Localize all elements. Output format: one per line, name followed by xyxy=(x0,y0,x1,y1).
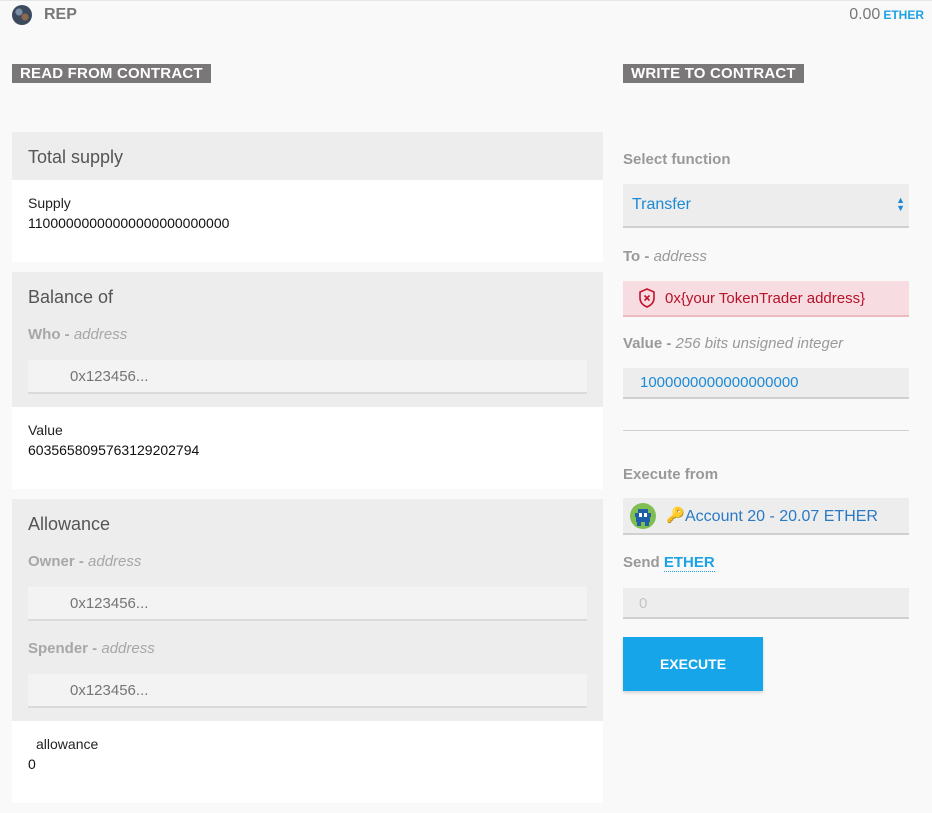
spender-label: Spender xyxy=(28,640,89,657)
value-input-label: Value - 256 bits unsigned integer xyxy=(623,335,844,352)
spender-type: address xyxy=(101,640,155,657)
allowance-result: allowance 0 xyxy=(12,721,603,803)
owner-address-input[interactable] xyxy=(28,587,587,621)
to-label: To xyxy=(623,248,641,265)
value-input[interactable]: 1000000000000000000 xyxy=(623,368,909,399)
to-address-value: 0x{your TokenTrader address} xyxy=(665,290,866,307)
send-amount-placeholder: 0 xyxy=(639,595,648,612)
to-type: address xyxy=(653,248,707,265)
allowance-result-label: allowance xyxy=(36,736,99,752)
spender-address-input[interactable] xyxy=(28,674,587,708)
balance-of-title: Balance of xyxy=(28,287,114,307)
read-from-contract-label: READ FROM CONTRACT xyxy=(12,64,211,83)
select-arrows-icon: ▲ ▼ xyxy=(896,195,905,213)
value-input-value: 1000000000000000000 xyxy=(640,374,799,391)
who-address-label: Who - address xyxy=(28,326,128,343)
send-amount-input[interactable]: 0 xyxy=(623,588,909,619)
select-function-label: Select function xyxy=(623,151,731,168)
spender-address-label: Spender - address xyxy=(28,640,155,657)
send-label: Send ETHER xyxy=(623,554,715,572)
allowance-panel: Allowance Owner - address Spender - addr… xyxy=(12,499,603,721)
owner-label: Owner xyxy=(28,553,75,570)
function-select[interactable]: Transfer ▲ ▼ xyxy=(623,184,909,228)
top-border xyxy=(0,0,932,1)
allowance-title: Allowance xyxy=(28,514,111,534)
send-unit-selector[interactable]: ETHER xyxy=(663,554,715,572)
send-text: Send xyxy=(623,554,660,571)
balance-unit: ETHER xyxy=(883,8,924,22)
balance-of-panel: Balance of Who - address xyxy=(12,272,603,407)
wallet-balance: 0.00 ETHER xyxy=(849,6,924,24)
key-icon: 🔑 xyxy=(666,507,685,524)
who-label: Who xyxy=(28,326,61,343)
value-result-value: 6035658095763129202794 xyxy=(28,442,200,458)
who-type: address xyxy=(73,326,128,343)
owner-address-label: Owner - address xyxy=(28,553,142,570)
value-result-label: Value xyxy=(28,422,63,438)
account-select[interactable]: 🔑 Account 20 - 20.07 ETHER xyxy=(623,498,909,535)
rep-token-icon xyxy=(12,5,32,25)
total-supply-result: Supply 11000000000000000000000000 xyxy=(12,180,603,262)
balance-of-result: Value 6035658095763129202794 xyxy=(12,407,603,489)
supply-label: Supply xyxy=(28,195,71,211)
allowance-result-value: 0 xyxy=(28,756,36,772)
value-label: Value xyxy=(623,335,663,352)
account-text: Account 20 - 20.07 ETHER xyxy=(685,508,878,525)
who-address-input[interactable] xyxy=(28,360,587,394)
value-type: 256 bits unsigned integer xyxy=(675,335,844,352)
divider xyxy=(623,430,909,431)
selected-function: Transfer xyxy=(632,196,691,213)
execute-from-label: Execute from xyxy=(623,466,719,483)
to-address-label: To - address xyxy=(623,248,707,265)
execute-button[interactable]: EXECUTE xyxy=(623,637,763,691)
total-supply-panel: Total supply xyxy=(12,132,603,180)
token-name: REP xyxy=(44,6,77,23)
write-to-contract-label: WRITE TO CONTRACT xyxy=(623,64,804,83)
account-avatar-icon xyxy=(630,503,656,529)
invalid-shield-icon xyxy=(638,288,656,313)
supply-value: 11000000000000000000000000 xyxy=(28,215,230,231)
total-supply-title: Total supply xyxy=(28,147,124,167)
owner-type: address xyxy=(88,553,142,570)
to-address-input[interactable]: 0x{your TokenTrader address} xyxy=(623,281,909,317)
balance-amount: 0.00 xyxy=(849,6,881,23)
